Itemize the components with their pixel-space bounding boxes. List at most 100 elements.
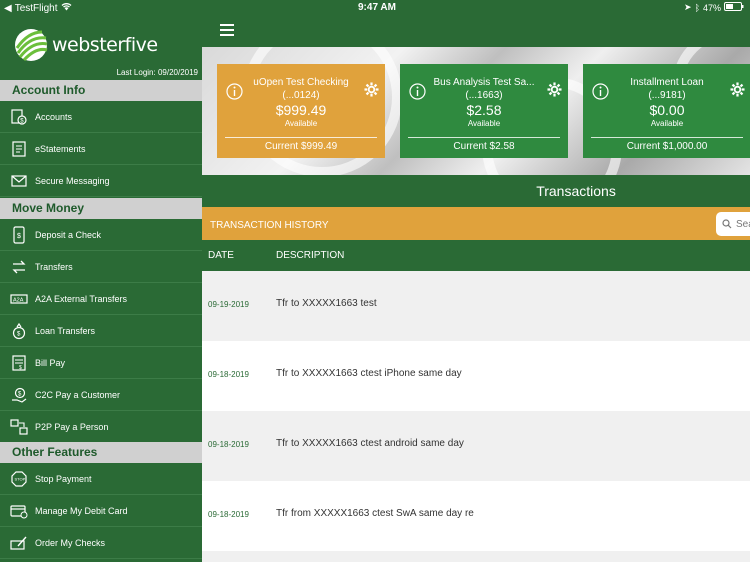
svg-text:$: $: [17, 233, 21, 240]
sidebar-item-c2c-pay[interactable]: $ C2C Pay a Customer: [0, 380, 202, 411]
section-header-move-money: Move Money: [0, 198, 202, 219]
row-date: 09-18-2019: [208, 440, 249, 449]
sidebar-item-label: P2P Pay a Person: [35, 422, 109, 432]
row-description: Tfr to XXXXX1663 ctest iPhone same day: [276, 368, 462, 379]
table-row[interactable]: [202, 551, 750, 562]
row-date: 09-19-2019: [208, 300, 249, 309]
sidebar-item-order-checks[interactable]: Order My Checks: [0, 528, 202, 559]
sidebar-item-p2p-pay[interactable]: P2P Pay a Person: [0, 412, 202, 443]
transaction-history-label: TRANSACTION HISTORY: [210, 220, 329, 231]
sidebar-item-accounts[interactable]: $ Accounts: [0, 102, 202, 133]
info-icon[interactable]: [409, 83, 426, 100]
sidebar-item-label: eStatements: [35, 144, 86, 154]
last-login-date: 09/20/2019: [157, 68, 198, 77]
sidebar-item-deposit-check[interactable]: $ Deposit a Check: [0, 220, 202, 251]
money-bag-icon: $: [9, 321, 29, 341]
debit-card-icon: [9, 501, 29, 521]
search-input[interactable]: Sear: [716, 212, 750, 236]
battery-percent: 47%: [702, 2, 721, 13]
account-card-installment-loan[interactable]: Installment Loan (...9181) $0.00 Availab…: [583, 64, 750, 158]
account-card-uopen-checking[interactable]: uOpen Test Checking (...0124) $999.49 Av…: [217, 64, 385, 158]
account-card-bus-analysis[interactable]: Bus Analysis Test Sa... (...1663) $2.58 …: [400, 64, 568, 158]
status-left[interactable]: ◀ TestFlight: [4, 2, 72, 14]
column-header-date: DATE: [208, 250, 234, 261]
gear-icon[interactable]: [547, 82, 562, 97]
table-row[interactable]: 09-18-2019 Tfr to XXXXX1663 ctest androi…: [202, 411, 750, 481]
sidebar-item-loan-transfers[interactable]: $ Loan Transfers: [0, 316, 202, 347]
svg-text:$: $: [17, 332, 21, 338]
sidebar-item-label: Transfers: [35, 262, 73, 272]
sidebar-item-bill-pay[interactable]: $ Bill Pay: [0, 348, 202, 379]
checkbook-pen-icon: [9, 533, 29, 553]
current-balance: Current $1,000.00: [626, 141, 708, 152]
table-row[interactable]: 09-18-2019 Tfr to XXXXX1663 ctest iPhone…: [202, 341, 750, 411]
account-balance: $0.00: [649, 102, 685, 118]
stop-sign-icon: STOP: [9, 469, 29, 489]
sidebar-item-label: Secure Messaging: [35, 176, 110, 186]
envelope-icon: [9, 171, 29, 191]
location-icon: ➤: [684, 2, 692, 12]
svg-text:$: $: [18, 392, 22, 398]
row-description: Tfr from XXXXX1663 ctest SwA same day re: [276, 508, 474, 519]
card-divider: [408, 137, 560, 138]
info-icon[interactable]: [592, 83, 609, 100]
sidebar-item-label: A2A External Transfers: [35, 294, 128, 304]
sidebar-item-secure-messaging[interactable]: Secure Messaging: [0, 166, 202, 197]
sidebar-item-debit-card[interactable]: Manage My Debit Card: [0, 496, 202, 527]
transaction-history-bar: TRANSACTION HISTORY Sear: [202, 207, 750, 240]
search-icon: [722, 219, 732, 229]
last-login-label: Last Login:: [116, 68, 156, 77]
card-divider: [591, 137, 743, 138]
logo-text: websterfive: [52, 34, 158, 56]
top-bar: 9:47 AM ➤ ᛒ 47%: [202, 0, 750, 47]
clock: 9:47 AM: [358, 2, 396, 13]
bill-icon: $: [9, 353, 29, 373]
battery-icon: [724, 2, 744, 13]
sidebar-item-label: Order My Checks: [35, 538, 106, 548]
search-placeholder: Sear: [736, 218, 750, 230]
account-balance: $2.58: [466, 102, 502, 118]
wifi-icon: [61, 2, 72, 14]
logo-mark-icon: [15, 29, 48, 62]
row-description: Tfr to XXXXX1663 test: [276, 298, 377, 309]
logo: websterfive: [14, 28, 158, 62]
hand-money-icon: $: [9, 385, 29, 405]
sidebar-item-stop-payment[interactable]: STOP Stop Payment: [0, 464, 202, 495]
table-row[interactable]: 09-18-2019 Tfr from XXXXX1663 ctest SwA …: [202, 481, 750, 551]
gear-icon[interactable]: [364, 82, 379, 97]
sidebar-item-label: Stop Payment: [35, 474, 92, 484]
section-header-other-features: Other Features: [0, 442, 202, 463]
svg-text:$: $: [19, 365, 22, 371]
sidebar-item-transfers[interactable]: Transfers: [0, 252, 202, 283]
section-header-account-info: Account Info: [0, 80, 202, 101]
transfer-arrows-icon: [9, 257, 29, 277]
sidebar-item-a2a-transfers[interactable]: A2A A2A External Transfers: [0, 284, 202, 315]
page-title: Transactions: [536, 183, 616, 199]
info-icon[interactable]: [226, 83, 243, 100]
current-balance: Current $999.49: [264, 141, 338, 152]
transactions-title-bar: Transactions: [202, 175, 750, 207]
row-date: 09-18-2019: [208, 510, 249, 519]
accounts-icon: $: [9, 107, 29, 127]
available-label: Available: [467, 119, 501, 128]
back-icon[interactable]: ◀: [4, 3, 12, 14]
a2a-icon: A2A: [9, 289, 29, 309]
back-app-label[interactable]: TestFlight: [15, 3, 58, 14]
sidebar-item-label: Manage My Debit Card: [35, 506, 128, 516]
sidebar-item-label: Deposit a Check: [35, 230, 102, 240]
column-header-description: DESCRIPTION: [276, 250, 345, 261]
current-balance: Current $2.58: [453, 141, 515, 152]
mobile-deposit-icon: $: [9, 225, 29, 245]
table-row[interactable]: 09-19-2019 Tfr to XXXXX1663 test: [202, 271, 750, 341]
sidebar-item-label: Accounts: [35, 112, 73, 122]
hamburger-menu-icon[interactable]: [220, 24, 234, 36]
sidebar-item-label: C2C Pay a Customer: [35, 390, 121, 400]
sidebar-item-estatements[interactable]: eStatements: [0, 134, 202, 165]
row-date: 09-18-2019: [208, 370, 249, 379]
gear-icon[interactable]: [730, 82, 745, 97]
card-divider: [225, 137, 377, 138]
svg-text:A2A: A2A: [13, 298, 24, 304]
sidebar-item-label: Loan Transfers: [35, 326, 96, 336]
sidebar: ◀ TestFlight websterfive Last Login: 09/…: [0, 0, 202, 562]
status-right: ➤ ᛒ 47%: [684, 2, 744, 13]
